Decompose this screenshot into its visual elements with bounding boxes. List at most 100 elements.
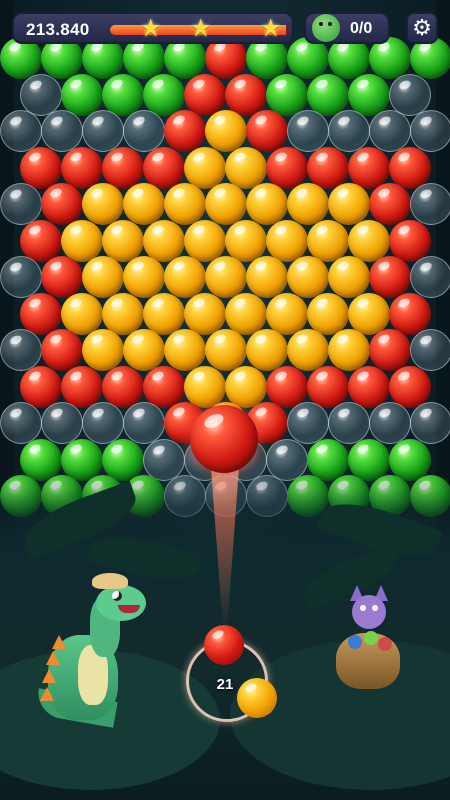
red-bubble (389, 146, 431, 189)
red-bubble (143, 365, 185, 408)
red-bubble (61, 146, 103, 189)
green-bubble (266, 73, 308, 116)
yellow-bubble (184, 292, 226, 335)
yellow-bubble (143, 219, 185, 262)
clear-bubble (41, 402, 83, 444)
clear-bubble (0, 110, 42, 152)
yellow-bubble (266, 219, 308, 262)
clear-bubble (0, 183, 42, 225)
shots-remaining-count: 21 (216, 676, 234, 693)
bat-helper-character (334, 585, 414, 695)
yellow-bubble (225, 365, 267, 408)
green-bubble (143, 73, 185, 116)
clear-bubble (328, 110, 370, 152)
yellow-bubble (82, 329, 124, 371)
clear-bubble (287, 402, 329, 444)
top-hud: 213.840 ★ ★ ★ 0/0 ⚙ (8, 10, 442, 46)
yellow-bubble (123, 256, 165, 298)
dino-spike (46, 651, 60, 665)
red-bubble (348, 146, 390, 189)
dino-goal-panel: 0/0 (304, 12, 390, 44)
yellow-bubble (102, 219, 144, 262)
dino-head (96, 585, 146, 621)
yellow-bubble (184, 219, 226, 262)
star-icon: ★ (140, 15, 162, 42)
red-bubble (389, 365, 431, 408)
bag-bubble-red (378, 637, 392, 651)
dino-spike (40, 687, 54, 701)
red-bubble (20, 219, 62, 262)
red-bubble (246, 110, 288, 152)
clear-bubble (410, 183, 450, 225)
gear-icon: ⚙ (412, 15, 432, 40)
clear-bubble (369, 110, 411, 152)
clear-bubble (41, 110, 83, 152)
red-bubble (20, 365, 62, 408)
red-bubble (102, 365, 144, 408)
red-bubble (41, 183, 83, 225)
current-bubble[interactable] (204, 625, 244, 665)
clear-bubble (410, 329, 450, 371)
yellow-bubble (246, 256, 288, 298)
red-bubble (225, 73, 267, 116)
clear-bubble (410, 110, 450, 152)
yellow-bubble (266, 292, 308, 335)
bat-eye (372, 605, 378, 611)
red-bubble (61, 365, 103, 408)
game-stage[interactable]: 21 213.840 ★ ★ ★ 0/0 ⚙ (0, 0, 450, 800)
yellow-bubble (287, 183, 329, 225)
clear-bubble (20, 73, 62, 116)
settings-button[interactable]: ⚙ (406, 12, 438, 44)
yellow-bubble (307, 292, 349, 335)
red-bubble (20, 292, 62, 335)
yellow-bubble (184, 146, 226, 189)
yellow-bubble (61, 292, 103, 335)
yellow-bubble (102, 292, 144, 335)
dino-eye (112, 591, 122, 601)
next-bubble-swap[interactable] (237, 678, 277, 718)
yellow-bubble (205, 110, 247, 152)
clear-bubble (82, 110, 124, 152)
yellow-bubble (164, 183, 206, 225)
yellow-bubble (246, 183, 288, 225)
score-panel: 213.840 ★ ★ ★ (12, 12, 294, 44)
dino-spike (42, 669, 56, 683)
red-bubble (184, 73, 226, 116)
yellow-bubble (61, 219, 103, 262)
yellow-bubble (307, 219, 349, 262)
green-bubble (61, 73, 103, 116)
yellow-bubble (123, 329, 165, 371)
bag-bubble-blue (348, 635, 362, 649)
red-bubble (369, 183, 411, 225)
yellow-bubble (143, 292, 185, 335)
red-bubble (369, 329, 411, 371)
yellow-bubble (205, 329, 247, 371)
star-icon: ★ (260, 15, 282, 42)
clear-bubble (287, 110, 329, 152)
yellow-bubble (205, 183, 247, 225)
bat-eye (360, 605, 366, 611)
red-bubble (389, 219, 431, 262)
yellow-bubble (123, 183, 165, 225)
bat-body (352, 595, 386, 629)
red-bubble (41, 329, 83, 371)
red-bubble (348, 365, 390, 408)
green-bubble (307, 73, 349, 116)
yellow-bubble (287, 329, 329, 371)
red-bubble (41, 256, 83, 298)
yellow-bubble (328, 329, 370, 371)
red-bubble (164, 110, 206, 152)
clear-bubble (0, 329, 42, 371)
yellow-bubble (328, 183, 370, 225)
dino-character (34, 573, 148, 745)
red-bubble (20, 146, 62, 189)
clear-bubble (410, 256, 450, 298)
yellow-bubble (164, 256, 206, 298)
baby-dino-icon (312, 14, 340, 42)
score-value: 213.840 (26, 20, 90, 39)
dino-goal-counter: 0/0 (350, 20, 373, 37)
clear-bubble (82, 402, 124, 444)
yellow-bubble (82, 256, 124, 298)
yellow-bubble (328, 256, 370, 298)
yellow-bubble (225, 292, 267, 335)
